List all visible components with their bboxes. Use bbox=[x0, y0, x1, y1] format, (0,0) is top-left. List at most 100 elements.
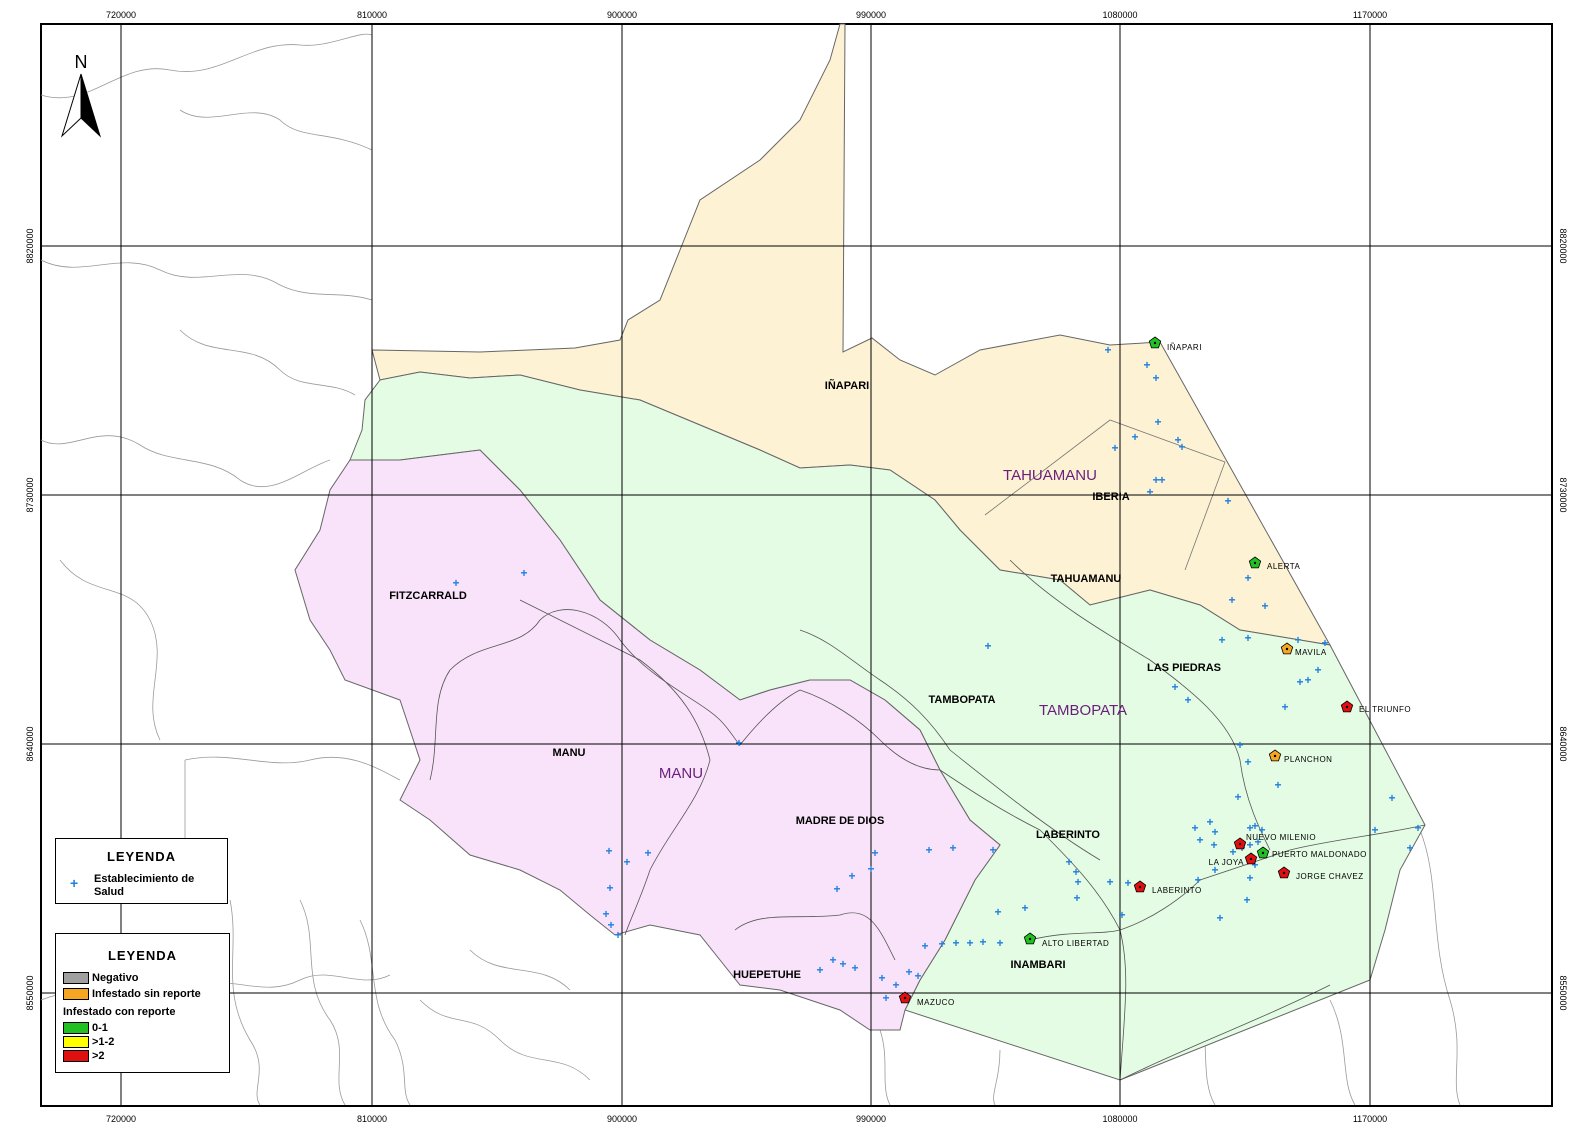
locality-marker-dot bbox=[1238, 842, 1242, 846]
health-facility-icon: + bbox=[1274, 778, 1281, 792]
health-facility-icon: + bbox=[878, 971, 885, 985]
health-facility-icon: + bbox=[1178, 440, 1185, 454]
health-facility-icon: + bbox=[833, 882, 840, 896]
locality-marker-dot bbox=[1282, 871, 1286, 875]
y-tick-left: 8640000 bbox=[25, 726, 35, 761]
health-facility-icon: + bbox=[70, 875, 79, 891]
locality-label: PLANCHON bbox=[1284, 755, 1332, 764]
health-facility-icon: + bbox=[1251, 819, 1258, 833]
x-tick-top: 900000 bbox=[607, 10, 637, 20]
map-canvas[interactable]: 720000 810000 900000 990000 1080000 1170… bbox=[0, 0, 1587, 1133]
health-facility-icon: + bbox=[914, 969, 921, 983]
legend-facilities: LEYENDA + Establecimiento de Salud bbox=[55, 838, 228, 904]
health-facility-icon: + bbox=[1184, 693, 1191, 707]
locality-label: IÑAPARI bbox=[1167, 343, 1202, 352]
swatch-negativo bbox=[63, 972, 89, 984]
health-facility-icon: + bbox=[1216, 911, 1223, 925]
x-tick-bottom: 900000 bbox=[607, 1114, 637, 1124]
health-facility-icon: + bbox=[1194, 873, 1201, 887]
health-facility-icon: + bbox=[520, 566, 527, 580]
x-tick-top: 1170000 bbox=[1353, 10, 1387, 20]
health-facility-icon: + bbox=[892, 978, 899, 992]
health-facility-icon: + bbox=[949, 841, 956, 855]
province-label: TAMBOPATA bbox=[1039, 702, 1127, 719]
x-tick-bottom: 720000 bbox=[106, 1114, 136, 1124]
province-label: MANU bbox=[659, 765, 703, 782]
province-label: TAHUAMANU bbox=[1003, 467, 1097, 484]
health-facility-icon: + bbox=[1171, 680, 1178, 694]
district-label: TAMBOPATA bbox=[928, 694, 995, 706]
health-facility-icon: + bbox=[952, 936, 959, 950]
district-label: MADRE DE DIOS bbox=[796, 815, 885, 827]
health-facility-icon: + bbox=[1158, 473, 1165, 487]
legend-infestation: LEYENDA Negativo Infestado sin reporte I… bbox=[55, 933, 230, 1073]
legend-item-gt-2: >2 bbox=[92, 1050, 105, 1062]
swatch-1-2 bbox=[63, 1036, 89, 1048]
y-tick-right: 8550000 bbox=[1558, 975, 1568, 1010]
legend-title: LEYENDA bbox=[106, 849, 177, 864]
locality-label: ALERTA bbox=[1267, 562, 1301, 571]
health-facility-icon: + bbox=[989, 843, 996, 857]
district-label: HUEPETUHE bbox=[733, 969, 801, 981]
health-facility-icon: + bbox=[816, 963, 823, 977]
y-tick-left: 8820000 bbox=[25, 228, 35, 263]
health-facility-icon: + bbox=[1154, 415, 1161, 429]
x-tick-bottom: 1170000 bbox=[1353, 1114, 1387, 1124]
health-facility-icon: + bbox=[871, 846, 878, 860]
health-facility-icon: + bbox=[994, 905, 1001, 919]
legend-title: LEYENDA bbox=[107, 948, 178, 963]
health-facility-icon: + bbox=[851, 961, 858, 975]
health-facility-icon: + bbox=[1111, 441, 1118, 455]
x-tick-bottom: 990000 bbox=[856, 1114, 886, 1124]
health-facility-icon: + bbox=[1244, 631, 1251, 645]
district-label: LABERINTO bbox=[1036, 829, 1100, 841]
health-facility-icon: + bbox=[938, 937, 945, 951]
health-facility-icon: + bbox=[1261, 599, 1268, 613]
health-facility-icon: + bbox=[867, 862, 874, 876]
district-label: LAS PIEDRAS bbox=[1147, 662, 1221, 674]
y-tick-right: 8640000 bbox=[1558, 726, 1568, 761]
health-facility-icon: + bbox=[1152, 371, 1159, 385]
y-tick-right: 8730000 bbox=[1558, 477, 1568, 512]
district-label: MANU bbox=[553, 747, 586, 759]
district-label: IBERIA bbox=[1092, 491, 1129, 503]
health-facility-icon: + bbox=[1243, 893, 1250, 907]
x-tick-bottom: 810000 bbox=[357, 1114, 387, 1124]
health-facility-icon: + bbox=[1074, 875, 1081, 889]
y-tick-left: 8550000 bbox=[25, 975, 35, 1010]
locality-label: EL TRIUNFO bbox=[1359, 705, 1411, 714]
health-facility-icon: + bbox=[607, 918, 614, 932]
health-facility-icon: + bbox=[1073, 891, 1080, 905]
locality-marker-dot bbox=[903, 996, 907, 1000]
health-facility-icon: + bbox=[1118, 908, 1125, 922]
x-tick-top: 810000 bbox=[357, 10, 387, 20]
x-tick-top: 720000 bbox=[106, 10, 136, 20]
health-facility-icon: + bbox=[1371, 823, 1378, 837]
health-facility-icon: + bbox=[1229, 845, 1236, 859]
y-tick-right: 8820000 bbox=[1558, 228, 1568, 263]
health-facility-icon: + bbox=[1106, 875, 1113, 889]
health-facility-icon: + bbox=[1244, 755, 1251, 769]
health-facility-icon: + bbox=[1296, 675, 1303, 689]
health-facility-icon: + bbox=[605, 844, 612, 858]
health-facility-icon: + bbox=[1234, 790, 1241, 804]
health-facility-icon: + bbox=[1124, 876, 1131, 890]
health-facility-icon: + bbox=[905, 965, 912, 979]
district-label: IÑAPARI bbox=[825, 379, 869, 392]
health-facility-icon: + bbox=[1210, 838, 1217, 852]
health-facility-icon: + bbox=[1218, 633, 1225, 647]
health-facility-icon: + bbox=[984, 639, 991, 653]
locality-label: PUERTO MALDONADO bbox=[1272, 850, 1367, 859]
locality-marker-dot bbox=[1273, 754, 1277, 758]
health-facility-icon: + bbox=[921, 939, 928, 953]
health-facility-icon: + bbox=[1196, 833, 1203, 847]
locality-label: NUEVO MILENIO bbox=[1246, 833, 1316, 842]
health-facility-icon: + bbox=[1414, 821, 1421, 835]
locality-label: JORGE CHAVEZ bbox=[1296, 872, 1364, 881]
locality-marker-dot bbox=[1345, 705, 1349, 709]
health-facility-icon: + bbox=[452, 576, 459, 590]
health-facility-icon: + bbox=[1406, 841, 1413, 855]
locality-marker-dot bbox=[1153, 341, 1157, 345]
legend-item-establecimiento: Establecimiento de Salud bbox=[94, 873, 195, 898]
health-facility-icon: + bbox=[1143, 358, 1150, 372]
